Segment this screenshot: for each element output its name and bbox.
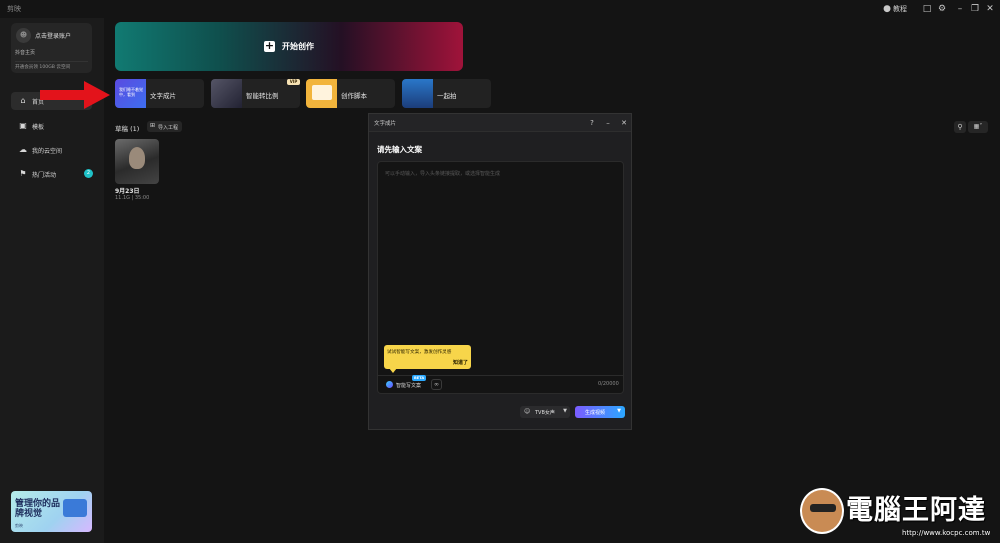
vip-badge: VIP bbox=[287, 79, 300, 85]
close-icon[interactable]: ✕ bbox=[984, 3, 996, 15]
sidebar-item-label: 模板 bbox=[32, 124, 45, 131]
tooltip-text: 试试智能写文案，激发创作灵感 bbox=[387, 350, 452, 355]
restore-icon[interactable]: ❐ bbox=[969, 3, 981, 15]
watermark: 電腦王阿達 http://www.kocpc.com.tw bbox=[800, 480, 1000, 543]
tool-label: 创作脚本 bbox=[341, 92, 367, 100]
thumb-caption: 我们睡不着觉中，看到 bbox=[119, 87, 143, 97]
draft-date: 9月23日 bbox=[115, 188, 140, 195]
sidebar-item-cloud[interactable]: ☁ 我的云空间 bbox=[11, 141, 92, 159]
tool-label: 一起拍 bbox=[437, 92, 457, 100]
view-toggle-icon[interactable]: ▦˅ bbox=[968, 121, 988, 133]
sidebar-item-label: 热门活动 bbox=[32, 172, 57, 179]
generate-video-button[interactable]: 生成视频 ▼ bbox=[575, 406, 625, 418]
red-arrow-annotation bbox=[40, 81, 110, 109]
dialog-header: 文字成片 ? – ✕ bbox=[369, 114, 631, 132]
help-icon[interactable]: ? bbox=[587, 118, 597, 128]
sidebar-item-templates[interactable]: ▣ 模板 bbox=[11, 117, 92, 135]
avatar[interactable]: ☻ bbox=[16, 28, 31, 43]
search-icon[interactable]: ⚲ bbox=[954, 121, 966, 133]
notification-badge: 2 bbox=[84, 169, 93, 178]
char-counter: 0/20000 bbox=[598, 381, 619, 387]
voice-select[interactable]: ☺ TVB女声 ▼ bbox=[520, 406, 570, 418]
tool-label: 智能转比例 bbox=[246, 92, 279, 100]
sidebar-item-label: 我的云空间 bbox=[32, 148, 63, 155]
login-prompt[interactable]: 点击登录账户 bbox=[35, 31, 71, 40]
close-icon[interactable]: ✕ bbox=[619, 118, 629, 128]
graduation-cap-icon[interactable]: ● bbox=[881, 3, 893, 15]
text-placeholder: 可以手动输入，导入头条链接提取，或选择智能生成 bbox=[385, 171, 501, 177]
plus-icon: + bbox=[264, 39, 275, 52]
generate-label: 生成视频 bbox=[585, 410, 606, 416]
title-bar: 剪映 ● 教程 □ ⚙ – ❐ ✕ bbox=[0, 0, 1000, 18]
sidebar-item-events[interactable]: ⚑ 热门活动 2 bbox=[11, 165, 93, 183]
flag-icon: ⚑ bbox=[19, 169, 27, 178]
text-to-video-dialog: 文字成片 ? – ✕ 请先输入文案 可以手动输入，导入头条链接提取，或选择智能生… bbox=[368, 113, 632, 430]
tool-thumbnail bbox=[211, 79, 242, 108]
douyin-home-link[interactable]: 抖音主页 bbox=[15, 49, 35, 56]
promo-illustration bbox=[63, 499, 87, 517]
dialog-title: 文字成片 bbox=[374, 121, 397, 127]
ai-sparkle-icon bbox=[386, 381, 393, 388]
tool-card-text-to-video[interactable]: 我们睡不着觉中，看到 文字成片 bbox=[115, 79, 204, 108]
tool-card-shoot-together[interactable]: 一起拍 bbox=[402, 79, 491, 108]
tooltip-dismiss-button[interactable]: 知道了 bbox=[453, 359, 468, 366]
template-icon: ▣ bbox=[19, 121, 27, 130]
promo-subtitle: 剪映 bbox=[15, 523, 23, 528]
tool-thumbnail bbox=[306, 79, 337, 108]
tooltip-pointer bbox=[389, 368, 397, 373]
storage-promo[interactable]: 开通会员领 100GB 云空间 bbox=[15, 61, 88, 71]
voice-icon: ☺ bbox=[524, 408, 531, 415]
minimize-icon[interactable]: – bbox=[603, 118, 613, 128]
smart-write-label: 智能写文案 bbox=[396, 383, 422, 389]
import-label: 导入工程 bbox=[158, 124, 179, 131]
beta-badge: BETA bbox=[412, 375, 427, 381]
watermark-url: http://www.kocpc.com.tw bbox=[902, 529, 991, 537]
tutorial-link[interactable]: 教程 bbox=[893, 4, 907, 14]
import-icon: ⊞ bbox=[150, 122, 156, 129]
tool-label: 文字成片 bbox=[150, 92, 176, 100]
link-icon[interactable]: ∞ bbox=[431, 379, 442, 390]
chevron-down-icon: ▼ bbox=[563, 408, 567, 414]
promo-title: 管理你的品牌视觉 bbox=[15, 499, 61, 519]
draft-meta: 11.1G | 35:00 bbox=[115, 195, 150, 201]
promo-banner[interactable]: 管理你的品牌视觉 剪映 bbox=[11, 491, 92, 532]
smart-write-tooltip: 试试智能写文案，激发创作灵感 知道了 bbox=[384, 345, 471, 369]
login-card[interactable]: ☻ 点击登录账户 抖音主页 开通会员领 100GB 云空间 bbox=[11, 23, 92, 73]
settings-icon[interactable]: ⚙ bbox=[936, 3, 948, 15]
start-creation-button[interactable]: + 开始创作 bbox=[115, 22, 463, 71]
draft-thumbnail[interactable] bbox=[115, 139, 159, 184]
tool-thumbnail bbox=[402, 79, 433, 108]
cloud-icon: ☁ bbox=[19, 145, 27, 154]
tool-card-script[interactable]: 创作脚本 bbox=[306, 79, 395, 108]
import-project-button[interactable]: ⊞ 导入工程 bbox=[147, 121, 182, 132]
tool-thumbnail: 我们睡不着觉中，看到 bbox=[115, 79, 146, 108]
mascot-face-icon bbox=[800, 488, 844, 534]
dialog-heading: 请先输入文案 bbox=[377, 145, 422, 154]
feedback-icon[interactable]: □ bbox=[921, 3, 933, 15]
voice-label: TVB女声 bbox=[535, 410, 555, 416]
drafts-title: 草稿 (1) bbox=[115, 125, 140, 133]
app-logo: 剪映 bbox=[7, 5, 21, 13]
watermark-title: 電腦王阿達 bbox=[846, 495, 986, 526]
chevron-down-icon: ▼ bbox=[617, 408, 621, 414]
home-icon: ⌂ bbox=[20, 96, 26, 105]
minimize-icon[interactable]: – bbox=[954, 3, 966, 15]
start-creation-label: 开始创作 bbox=[282, 42, 314, 51]
